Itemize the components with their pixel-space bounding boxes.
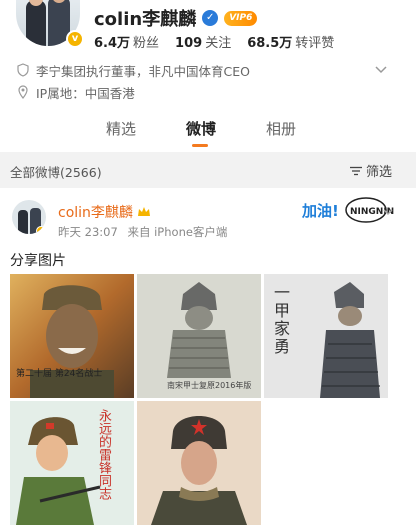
location-pin-icon	[18, 85, 28, 99]
tab-album[interactable]: 相册	[266, 118, 296, 139]
post-image-5[interactable]	[137, 401, 261, 525]
image-2-caption: 南宋甲士复原2016年版	[167, 381, 252, 390]
active-tab-indicator	[192, 144, 208, 147]
post-text: 分享图片	[10, 253, 66, 269]
post-avatar[interactable]	[12, 200, 46, 234]
bio-row: 李宁集团执行董事，非凡中国体育CEO	[16, 60, 250, 80]
vip-badge[interactable]: VIP6	[224, 10, 258, 26]
bio-text: 李宁集团执行董事，非凡中国体育CEO	[36, 63, 250, 79]
post-source: 来自 iPhone客户端	[127, 225, 228, 239]
ip-row: IP属地：中国香港	[16, 82, 135, 102]
image-3-caption: 一甲家勇	[271, 284, 290, 356]
stat-interactions[interactable]: 68.5万 转评赞	[247, 32, 334, 51]
profile-stats: 6.4万 粉丝 109 关注 68.5万 转评赞	[94, 32, 334, 51]
tab-featured[interactable]: 精选	[106, 118, 136, 139]
crown-icon	[137, 207, 150, 216]
post-more-chevron-icon[interactable]	[382, 206, 394, 218]
post-image-2[interactable]: 南宋甲士复原2016年版	[137, 274, 261, 398]
feed-header: 全部微博(2566) 筛选	[0, 152, 416, 188]
image-1-caption: 第二十届 第24名战士	[16, 369, 103, 379]
filter-label: 筛选	[365, 165, 392, 180]
weibo-post: colin李麒麟 昨天 23:07 来自 iPhone客户端 加油! NINGN…	[0, 188, 416, 528]
post-image-1[interactable]: 第二十届 第24名战士	[10, 274, 134, 398]
verified-icon: ✓	[202, 10, 219, 26]
filter-button[interactable]: 筛选	[349, 161, 392, 180]
image-4-caption: 永远的雷锋同志	[96, 409, 111, 500]
post-image-4[interactable]: 永远的雷锋同志	[10, 401, 134, 525]
feed-count: 全部微博(2566)	[10, 165, 102, 180]
profile-name: colin李麒麟	[94, 9, 197, 30]
chevron-down-icon[interactable]	[374, 62, 388, 76]
stat-followers[interactable]: 6.4万 粉丝	[94, 32, 159, 51]
svg-text:加油!: 加油!	[302, 202, 339, 220]
profile-tabs: 精选 微博 相册	[0, 118, 416, 152]
filter-icon	[349, 166, 362, 175]
post-author[interactable]: colin李麒麟	[58, 202, 133, 222]
post-image-3[interactable]: 一甲家勇	[264, 274, 388, 398]
sticker-badge-icon: 加油! NINGNING	[302, 197, 394, 223]
gold-verified-icon: v	[66, 30, 84, 48]
shield-icon	[17, 63, 29, 77]
ip-location: IP属地：中国香港	[36, 85, 135, 101]
stat-following[interactable]: 109 关注	[175, 32, 231, 51]
post-time: 昨天 23:07	[58, 225, 118, 239]
post-meta: 昨天 23:07 来自 iPhone客户端	[58, 224, 227, 240]
tab-weibo[interactable]: 微博	[186, 118, 216, 139]
